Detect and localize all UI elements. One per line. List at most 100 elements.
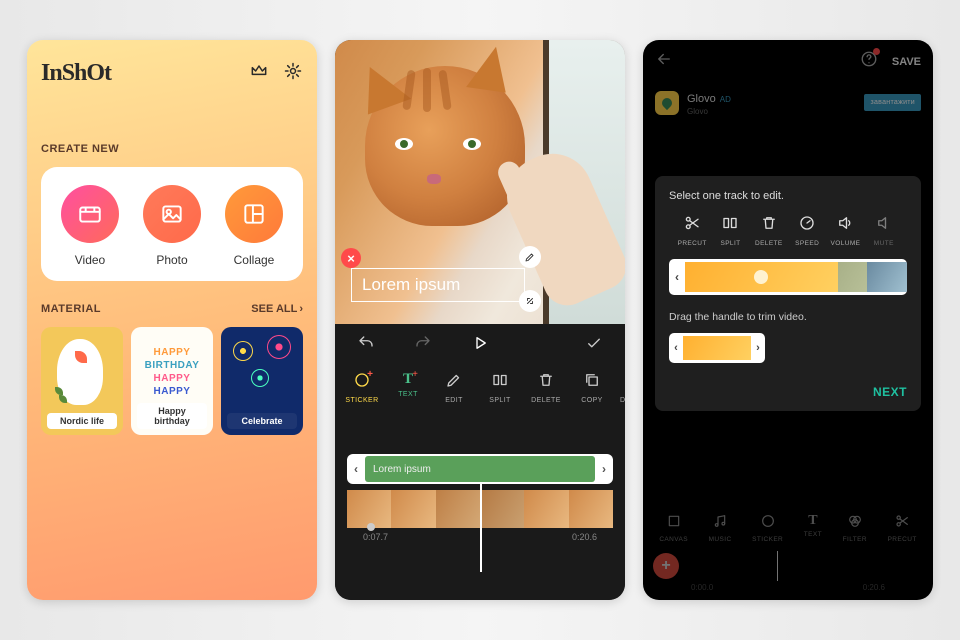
tool-copy[interactable]: COPY <box>571 371 613 404</box>
music-icon <box>712 513 728 534</box>
track-segment[interactable] <box>685 262 838 292</box>
firework-icon <box>251 369 269 387</box>
ad-name: Glovo <box>687 93 716 105</box>
filter-icon <box>847 513 863 534</box>
app-logo: InShOt <box>41 60 111 87</box>
playhead[interactable] <box>480 484 482 572</box>
trash-icon <box>760 214 778 237</box>
gear-icon[interactable] <box>283 61 303 86</box>
trim-handle-right[interactable]: › <box>751 333 765 363</box>
scrubber[interactable] <box>687 551 923 581</box>
add-button[interactable]: + <box>653 553 679 579</box>
btool-canvas[interactable]: CANVAS <box>659 513 688 543</box>
bottom-times: 0:00.0 0:20.6 <box>643 581 933 592</box>
trim-handle-left[interactable]: ‹ <box>669 333 683 363</box>
video-preview[interactable]: × Lorem ipsum <box>335 40 625 324</box>
tool-collage[interactable]: Collage <box>225 185 283 267</box>
transport-bar <box>335 324 625 367</box>
timeline[interactable]: ‹ Lorem ipsum › 0:07.7 0:20.6 <box>335 412 625 600</box>
track-selector[interactable]: ‹ › <box>669 259 907 295</box>
btime-total: 0:20.6 <box>863 583 885 592</box>
btool-music[interactable]: MUSIC <box>709 513 732 543</box>
btool-filter[interactable]: FILTER <box>843 513 867 543</box>
text-overlay[interactable]: Lorem ipsum <box>351 268 525 302</box>
trash-icon <box>537 371 555 394</box>
scissors-icon <box>894 513 910 534</box>
tool-split[interactable]: SPLIT <box>479 371 521 404</box>
clip-label[interactable]: Lorem ipsum <box>365 456 595 482</box>
clip-handle-left[interactable]: ‹ <box>347 454 365 484</box>
confirm-icon[interactable] <box>585 334 603 357</box>
tool-duplicate-label: DUPLIC <box>620 397 625 404</box>
ov-tool-mute[interactable]: MUTE <box>865 214 903 247</box>
edit-toolbar[interactable]: + STICKER T+ TEXT EDIT SPLIT DELETE COPY… <box>335 367 625 412</box>
preview-bg <box>466 43 512 92</box>
btool-precut[interactable]: PRECUT <box>888 513 917 543</box>
ad-tag: AD <box>720 95 731 104</box>
clip-handle-right[interactable]: › <box>595 454 613 484</box>
thumb <box>391 490 435 528</box>
btool-sticker[interactable]: STICKER <box>752 513 783 543</box>
tool-video[interactable]: Video <box>61 185 119 267</box>
material-label: MATERIAL <box>41 303 101 315</box>
create-tools-card: Video Photo Collage <box>41 167 303 281</box>
keyframe-dot[interactable] <box>367 523 375 531</box>
mute-icon <box>875 214 893 237</box>
onboarding-overlay: Select one track to edit. PRECUT SPLIT D… <box>655 176 921 411</box>
see-all-label: SEE ALL <box>251 303 297 315</box>
undo-icon[interactable] <box>357 334 375 357</box>
ov-tool-speed[interactable]: SPEED <box>788 214 826 247</box>
track-handle-left[interactable]: ‹ <box>669 259 685 295</box>
ov-tool-volume[interactable]: VOLUME <box>826 214 864 247</box>
back-icon[interactable] <box>655 50 673 73</box>
ov-tool-precut[interactable]: PRECUT <box>673 214 711 247</box>
material-list[interactable]: Nordic life HAPPY BIRTHDAY HAPPY HAPPY H… <box>41 327 303 435</box>
tool-sticker-label: STICKER <box>345 397 378 404</box>
text-clip[interactable]: ‹ Lorem ipsum › <box>347 454 613 484</box>
tool-sticker[interactable]: + STICKER <box>341 371 383 404</box>
ad-cta-button[interactable]: завантажити <box>864 94 921 111</box>
crown-icon[interactable] <box>249 61 269 86</box>
see-all-button[interactable]: SEE ALL › <box>251 303 303 315</box>
next-button[interactable]: NEXT <box>669 385 907 399</box>
track-segment-next[interactable] <box>867 262 907 292</box>
firework-icon <box>233 341 253 361</box>
tool-duplicate[interactable]: DUPLIC <box>617 371 625 404</box>
tool-text-label: TEXT <box>398 391 418 398</box>
save-button[interactable]: SAVE <box>892 56 921 68</box>
trim-segment[interactable] <box>683 336 751 360</box>
video-icon <box>61 185 119 243</box>
trim-preview[interactable]: ‹ › <box>669 333 765 363</box>
copy-icon <box>583 371 601 394</box>
sticker-icon <box>760 513 776 534</box>
editor-screen: × Lorem ipsum + STICKER T+ TEXT EDIT <box>335 40 625 600</box>
close-icon[interactable]: × <box>341 248 361 268</box>
ov-tool-delete[interactable]: DELETE <box>750 214 788 247</box>
tool-edit[interactable]: EDIT <box>433 371 475 404</box>
tool-delete[interactable]: DELETE <box>525 371 567 404</box>
top-bar: SAVE <box>643 40 933 83</box>
overlay-title: Select one track to edit. <box>669 190 907 202</box>
thumb <box>524 490 568 528</box>
overlay-toolbar: PRECUT SPLIT DELETE SPEED VOLUME MUTE <box>669 214 907 247</box>
ov-tool-split[interactable]: SPLIT <box>711 214 749 247</box>
btime-current: 0:00.0 <box>691 583 713 592</box>
material-nordic[interactable]: Nordic life <box>41 327 123 435</box>
notification-dot <box>873 48 880 55</box>
help-icon[interactable] <box>860 50 878 73</box>
btool-text[interactable]: TTEXT <box>804 513 822 543</box>
ad-logo-icon <box>655 91 679 115</box>
scale-handle[interactable] <box>519 290 541 312</box>
ad-banner[interactable]: GlovoAD Glovo завантажити <box>643 83 933 122</box>
edit-text-handle[interactable] <box>519 246 541 268</box>
split-icon <box>491 371 509 394</box>
tool-text[interactable]: T+ TEXT <box>387 371 429 404</box>
play-icon[interactable] <box>471 334 489 357</box>
home-screen: InShOt CREATE NEW Video Photo <box>27 40 317 600</box>
redo-icon[interactable] <box>414 334 432 357</box>
tool-collage-label: Collage <box>234 253 275 267</box>
photo-icon <box>143 185 201 243</box>
material-celebrate[interactable]: Celebrate <box>221 327 303 435</box>
material-birthday[interactable]: HAPPY BIRTHDAY HAPPY HAPPY Happy birthda… <box>131 327 213 435</box>
tool-photo[interactable]: Photo <box>143 185 201 267</box>
